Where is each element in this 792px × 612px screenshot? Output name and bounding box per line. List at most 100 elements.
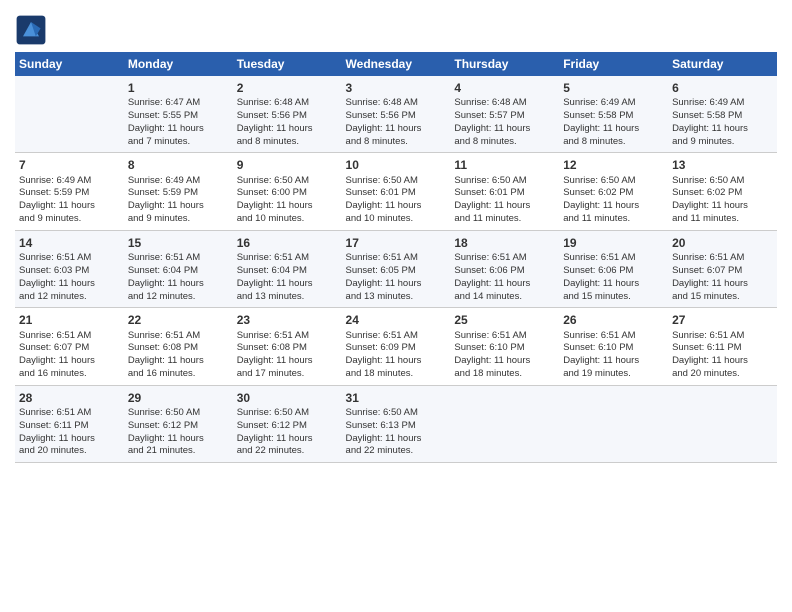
day-info: Sunrise: 6:50 AM [128, 407, 229, 420]
week-row-3: 14Sunrise: 6:51 AMSunset: 6:03 PMDayligh… [15, 230, 777, 307]
day-info: Sunset: 6:12 PM [237, 420, 338, 433]
day-number: 31 [346, 390, 447, 406]
day-info: Sunset: 5:57 PM [454, 110, 555, 123]
header-cell-thursday: Thursday [450, 52, 559, 76]
day-info: Sunrise: 6:51 AM [19, 407, 120, 420]
day-info: and 14 minutes. [454, 291, 555, 304]
header-cell-friday: Friday [559, 52, 668, 76]
day-cell: 21Sunrise: 6:51 AMSunset: 6:07 PMDayligh… [15, 308, 124, 385]
header-cell-tuesday: Tuesday [233, 52, 342, 76]
day-info: and 12 minutes. [128, 291, 229, 304]
day-info: and 16 minutes. [19, 368, 120, 381]
day-cell: 7Sunrise: 6:49 AMSunset: 5:59 PMDaylight… [15, 153, 124, 230]
header-row: SundayMondayTuesdayWednesdayThursdayFrid… [15, 52, 777, 76]
day-info: and 11 minutes. [563, 213, 664, 226]
day-info: Daylight: 11 hours [563, 278, 664, 291]
day-cell: 13Sunrise: 6:50 AMSunset: 6:02 PMDayligh… [668, 153, 777, 230]
day-info: Daylight: 11 hours [19, 278, 120, 291]
day-info: and 19 minutes. [563, 368, 664, 381]
day-cell: 26Sunrise: 6:51 AMSunset: 6:10 PMDayligh… [559, 308, 668, 385]
day-info: Daylight: 11 hours [454, 278, 555, 291]
day-cell: 25Sunrise: 6:51 AMSunset: 6:10 PMDayligh… [450, 308, 559, 385]
day-info: Sunrise: 6:51 AM [128, 252, 229, 265]
day-info: Sunrise: 6:50 AM [237, 407, 338, 420]
day-number: 9 [237, 157, 338, 173]
day-info: and 8 minutes. [454, 136, 555, 149]
page-container: SundayMondayTuesdayWednesdayThursdayFrid… [0, 0, 792, 473]
day-info: Sunrise: 6:51 AM [563, 330, 664, 343]
day-info: Daylight: 11 hours [237, 433, 338, 446]
day-info: Sunrise: 6:50 AM [237, 175, 338, 188]
day-info: and 11 minutes. [672, 213, 773, 226]
day-info: Sunset: 6:11 PM [672, 342, 773, 355]
day-info: Sunrise: 6:47 AM [128, 97, 229, 110]
day-cell: 30Sunrise: 6:50 AMSunset: 6:12 PMDayligh… [233, 385, 342, 462]
day-number: 27 [672, 312, 773, 328]
day-info: Sunset: 6:11 PM [19, 420, 120, 433]
day-number: 11 [454, 157, 555, 173]
day-info: Daylight: 11 hours [237, 278, 338, 291]
day-info: and 8 minutes. [237, 136, 338, 149]
day-cell: 19Sunrise: 6:51 AMSunset: 6:06 PMDayligh… [559, 230, 668, 307]
day-info: Sunrise: 6:51 AM [237, 330, 338, 343]
day-info: Sunset: 6:08 PM [237, 342, 338, 355]
day-info: Sunset: 6:06 PM [563, 265, 664, 278]
day-info: Daylight: 11 hours [454, 200, 555, 213]
day-number: 13 [672, 157, 773, 173]
day-info: Sunrise: 6:51 AM [454, 330, 555, 343]
day-number: 7 [19, 157, 120, 173]
day-number: 12 [563, 157, 664, 173]
day-info: Sunset: 6:13 PM [346, 420, 447, 433]
day-cell: 4Sunrise: 6:48 AMSunset: 5:57 PMDaylight… [450, 76, 559, 153]
day-info: Sunset: 6:07 PM [672, 265, 773, 278]
day-info: Sunrise: 6:48 AM [237, 97, 338, 110]
day-info: Sunrise: 6:50 AM [563, 175, 664, 188]
day-info: Sunset: 5:59 PM [128, 187, 229, 200]
day-info: Sunrise: 6:51 AM [19, 330, 120, 343]
day-info: Daylight: 11 hours [128, 123, 229, 136]
header-cell-wednesday: Wednesday [342, 52, 451, 76]
day-cell: 28Sunrise: 6:51 AMSunset: 6:11 PMDayligh… [15, 385, 124, 462]
day-info: Sunset: 6:07 PM [19, 342, 120, 355]
day-number: 23 [237, 312, 338, 328]
day-info: Sunrise: 6:51 AM [237, 252, 338, 265]
day-info: Sunrise: 6:49 AM [128, 175, 229, 188]
day-number: 17 [346, 235, 447, 251]
day-info: and 22 minutes. [237, 445, 338, 458]
day-info: Sunrise: 6:51 AM [128, 330, 229, 343]
day-info: Sunset: 6:01 PM [346, 187, 447, 200]
header-cell-monday: Monday [124, 52, 233, 76]
day-number: 22 [128, 312, 229, 328]
day-cell: 8Sunrise: 6:49 AMSunset: 5:59 PMDaylight… [124, 153, 233, 230]
day-cell: 15Sunrise: 6:51 AMSunset: 6:04 PMDayligh… [124, 230, 233, 307]
day-number: 2 [237, 80, 338, 96]
day-cell: 18Sunrise: 6:51 AMSunset: 6:06 PMDayligh… [450, 230, 559, 307]
day-info: Sunrise: 6:51 AM [346, 330, 447, 343]
day-cell: 29Sunrise: 6:50 AMSunset: 6:12 PMDayligh… [124, 385, 233, 462]
day-info: Sunset: 6:06 PM [454, 265, 555, 278]
day-info: Sunrise: 6:50 AM [346, 407, 447, 420]
day-number: 20 [672, 235, 773, 251]
day-info: Sunset: 5:56 PM [237, 110, 338, 123]
day-info: Sunset: 5:59 PM [19, 187, 120, 200]
day-info: and 10 minutes. [346, 213, 447, 226]
day-cell: 1Sunrise: 6:47 AMSunset: 5:55 PMDaylight… [124, 76, 233, 153]
day-number: 29 [128, 390, 229, 406]
day-number: 10 [346, 157, 447, 173]
day-info: Sunset: 6:02 PM [563, 187, 664, 200]
day-info: and 9 minutes. [128, 213, 229, 226]
day-info: Sunset: 6:05 PM [346, 265, 447, 278]
day-info: Sunrise: 6:51 AM [563, 252, 664, 265]
day-info: Sunset: 6:02 PM [672, 187, 773, 200]
day-info: Daylight: 11 hours [563, 200, 664, 213]
day-number: 19 [563, 235, 664, 251]
day-info: Daylight: 11 hours [454, 355, 555, 368]
day-info: Sunrise: 6:48 AM [346, 97, 447, 110]
day-info: Daylight: 11 hours [346, 278, 447, 291]
day-info: and 20 minutes. [672, 368, 773, 381]
day-cell [668, 385, 777, 462]
header-cell-saturday: Saturday [668, 52, 777, 76]
day-info: Daylight: 11 hours [128, 278, 229, 291]
day-info: Daylight: 11 hours [128, 200, 229, 213]
logo [15, 14, 49, 46]
